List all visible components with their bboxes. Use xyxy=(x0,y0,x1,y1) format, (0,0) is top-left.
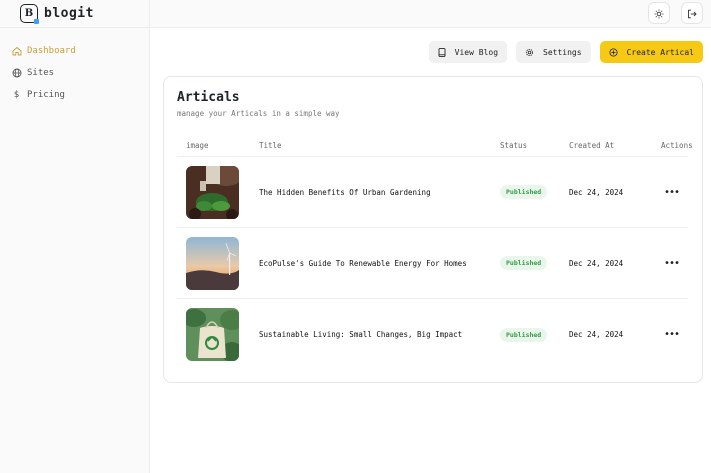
actions-cell: ••• xyxy=(648,157,680,227)
actions-cell: ••• xyxy=(648,228,680,298)
date-cell: Dec 24, 2024 xyxy=(569,228,623,298)
more-actions-icon[interactable]: ••• xyxy=(648,187,680,198)
title-cell: The Hidden Benefits Of Urban Gardening xyxy=(259,157,431,227)
title-cell: Sustainable Living: Small Changes, Big I… xyxy=(259,299,462,370)
settings-label: Settings xyxy=(543,47,582,57)
topbar xyxy=(150,0,711,28)
dollar-icon: $ xyxy=(13,90,20,100)
brand-logo-dot xyxy=(34,19,39,24)
brand-name: blogit xyxy=(44,6,94,21)
status-cell: Published xyxy=(500,299,548,370)
created-date: Dec 24, 2024 xyxy=(569,187,624,197)
table-header: image Title Status Created At Actions xyxy=(177,134,693,157)
sidebar-item-pricing[interactable]: $ Pricing xyxy=(0,84,149,106)
logout-icon xyxy=(687,4,697,23)
header-status: Status xyxy=(500,140,528,150)
view-blog-label: View Blog xyxy=(454,47,499,57)
status-badge: Published xyxy=(500,256,548,270)
globe-icon xyxy=(11,68,22,79)
article-title[interactable]: Sustainable Living: Small Changes, Big I… xyxy=(259,330,462,339)
table-row[interactable]: Sustainable Living: Small Changes, Big I… xyxy=(177,299,688,370)
header-image: image xyxy=(186,140,209,150)
theme-toggle-button[interactable] xyxy=(648,2,670,24)
article-title[interactable]: The Hidden Benefits Of Urban Gardening xyxy=(259,188,431,197)
logout-button[interactable] xyxy=(681,2,703,24)
sidebar-item-label: Dashboard xyxy=(27,46,76,56)
header-title: Title xyxy=(259,140,282,150)
settings-button[interactable]: Settings xyxy=(516,41,591,63)
articles-table: image Title Status Created At Actions Th… xyxy=(177,134,693,370)
article-title[interactable]: EcoPulse's Guide To Renewable Energy For… xyxy=(259,259,467,268)
home-icon xyxy=(11,46,22,57)
sidebar-item-sites[interactable]: Sites xyxy=(0,62,149,84)
actions-cell: ••• xyxy=(648,299,680,370)
status-badge: Published xyxy=(500,327,548,342)
page-title: Articals xyxy=(177,90,240,105)
toolbar: View Blog Settings Create Artical xyxy=(428,41,703,63)
sidebar-nav: Dashboard Sites $ Pricing xyxy=(0,28,149,106)
sidebar: B blogit Dashboard Sites $ Pricing xyxy=(0,0,150,473)
book-icon xyxy=(438,47,446,57)
brand-logo: B xyxy=(20,4,39,24)
sun-icon xyxy=(654,4,664,23)
brand-logo-letter: B xyxy=(24,8,34,19)
thumb-cell xyxy=(186,228,239,298)
created-date: Dec 24, 2024 xyxy=(569,330,624,339)
thumb-cell xyxy=(186,299,239,370)
view-blog-button[interactable]: View Blog xyxy=(428,41,508,63)
title-cell: EcoPulse's Guide To Renewable Energy For… xyxy=(259,228,467,298)
sidebar-item-dashboard[interactable]: Dashboard xyxy=(0,40,149,62)
article-thumbnail xyxy=(186,236,239,290)
status-cell: Published xyxy=(500,228,548,298)
created-date: Dec 24, 2024 xyxy=(569,258,624,268)
status-cell: Published xyxy=(500,157,548,227)
plus-circle-icon xyxy=(609,47,618,57)
article-thumbnail xyxy=(186,165,239,219)
date-cell: Dec 24, 2024 xyxy=(569,299,623,370)
create-article-label: Create Artical xyxy=(626,47,694,57)
status-badge: Published xyxy=(500,185,548,199)
sidebar-item-label: Sites xyxy=(27,68,55,78)
articles-card: Articals manage your Articals in a simpl… xyxy=(163,76,703,383)
brand[interactable]: B blogit xyxy=(0,0,149,28)
table-row[interactable]: The Hidden Benefits Of Urban Gardening P… xyxy=(177,157,688,228)
sidebar-item-label: Pricing xyxy=(27,90,65,100)
create-article-button[interactable]: Create Artical xyxy=(599,41,703,63)
page-subtitle: manage your Articals in a simple way xyxy=(177,109,340,118)
article-thumbnail xyxy=(186,308,239,361)
header-created: Created At xyxy=(569,140,615,150)
more-actions-icon[interactable]: ••• xyxy=(648,329,680,340)
more-actions-icon[interactable]: ••• xyxy=(648,258,680,269)
table-row[interactable]: EcoPulse's Guide To Renewable Energy For… xyxy=(177,228,688,299)
date-cell: Dec 24, 2024 xyxy=(569,157,623,227)
thumb-cell xyxy=(186,157,239,227)
gear-icon xyxy=(525,48,534,56)
header-actions: Actions xyxy=(661,140,693,150)
